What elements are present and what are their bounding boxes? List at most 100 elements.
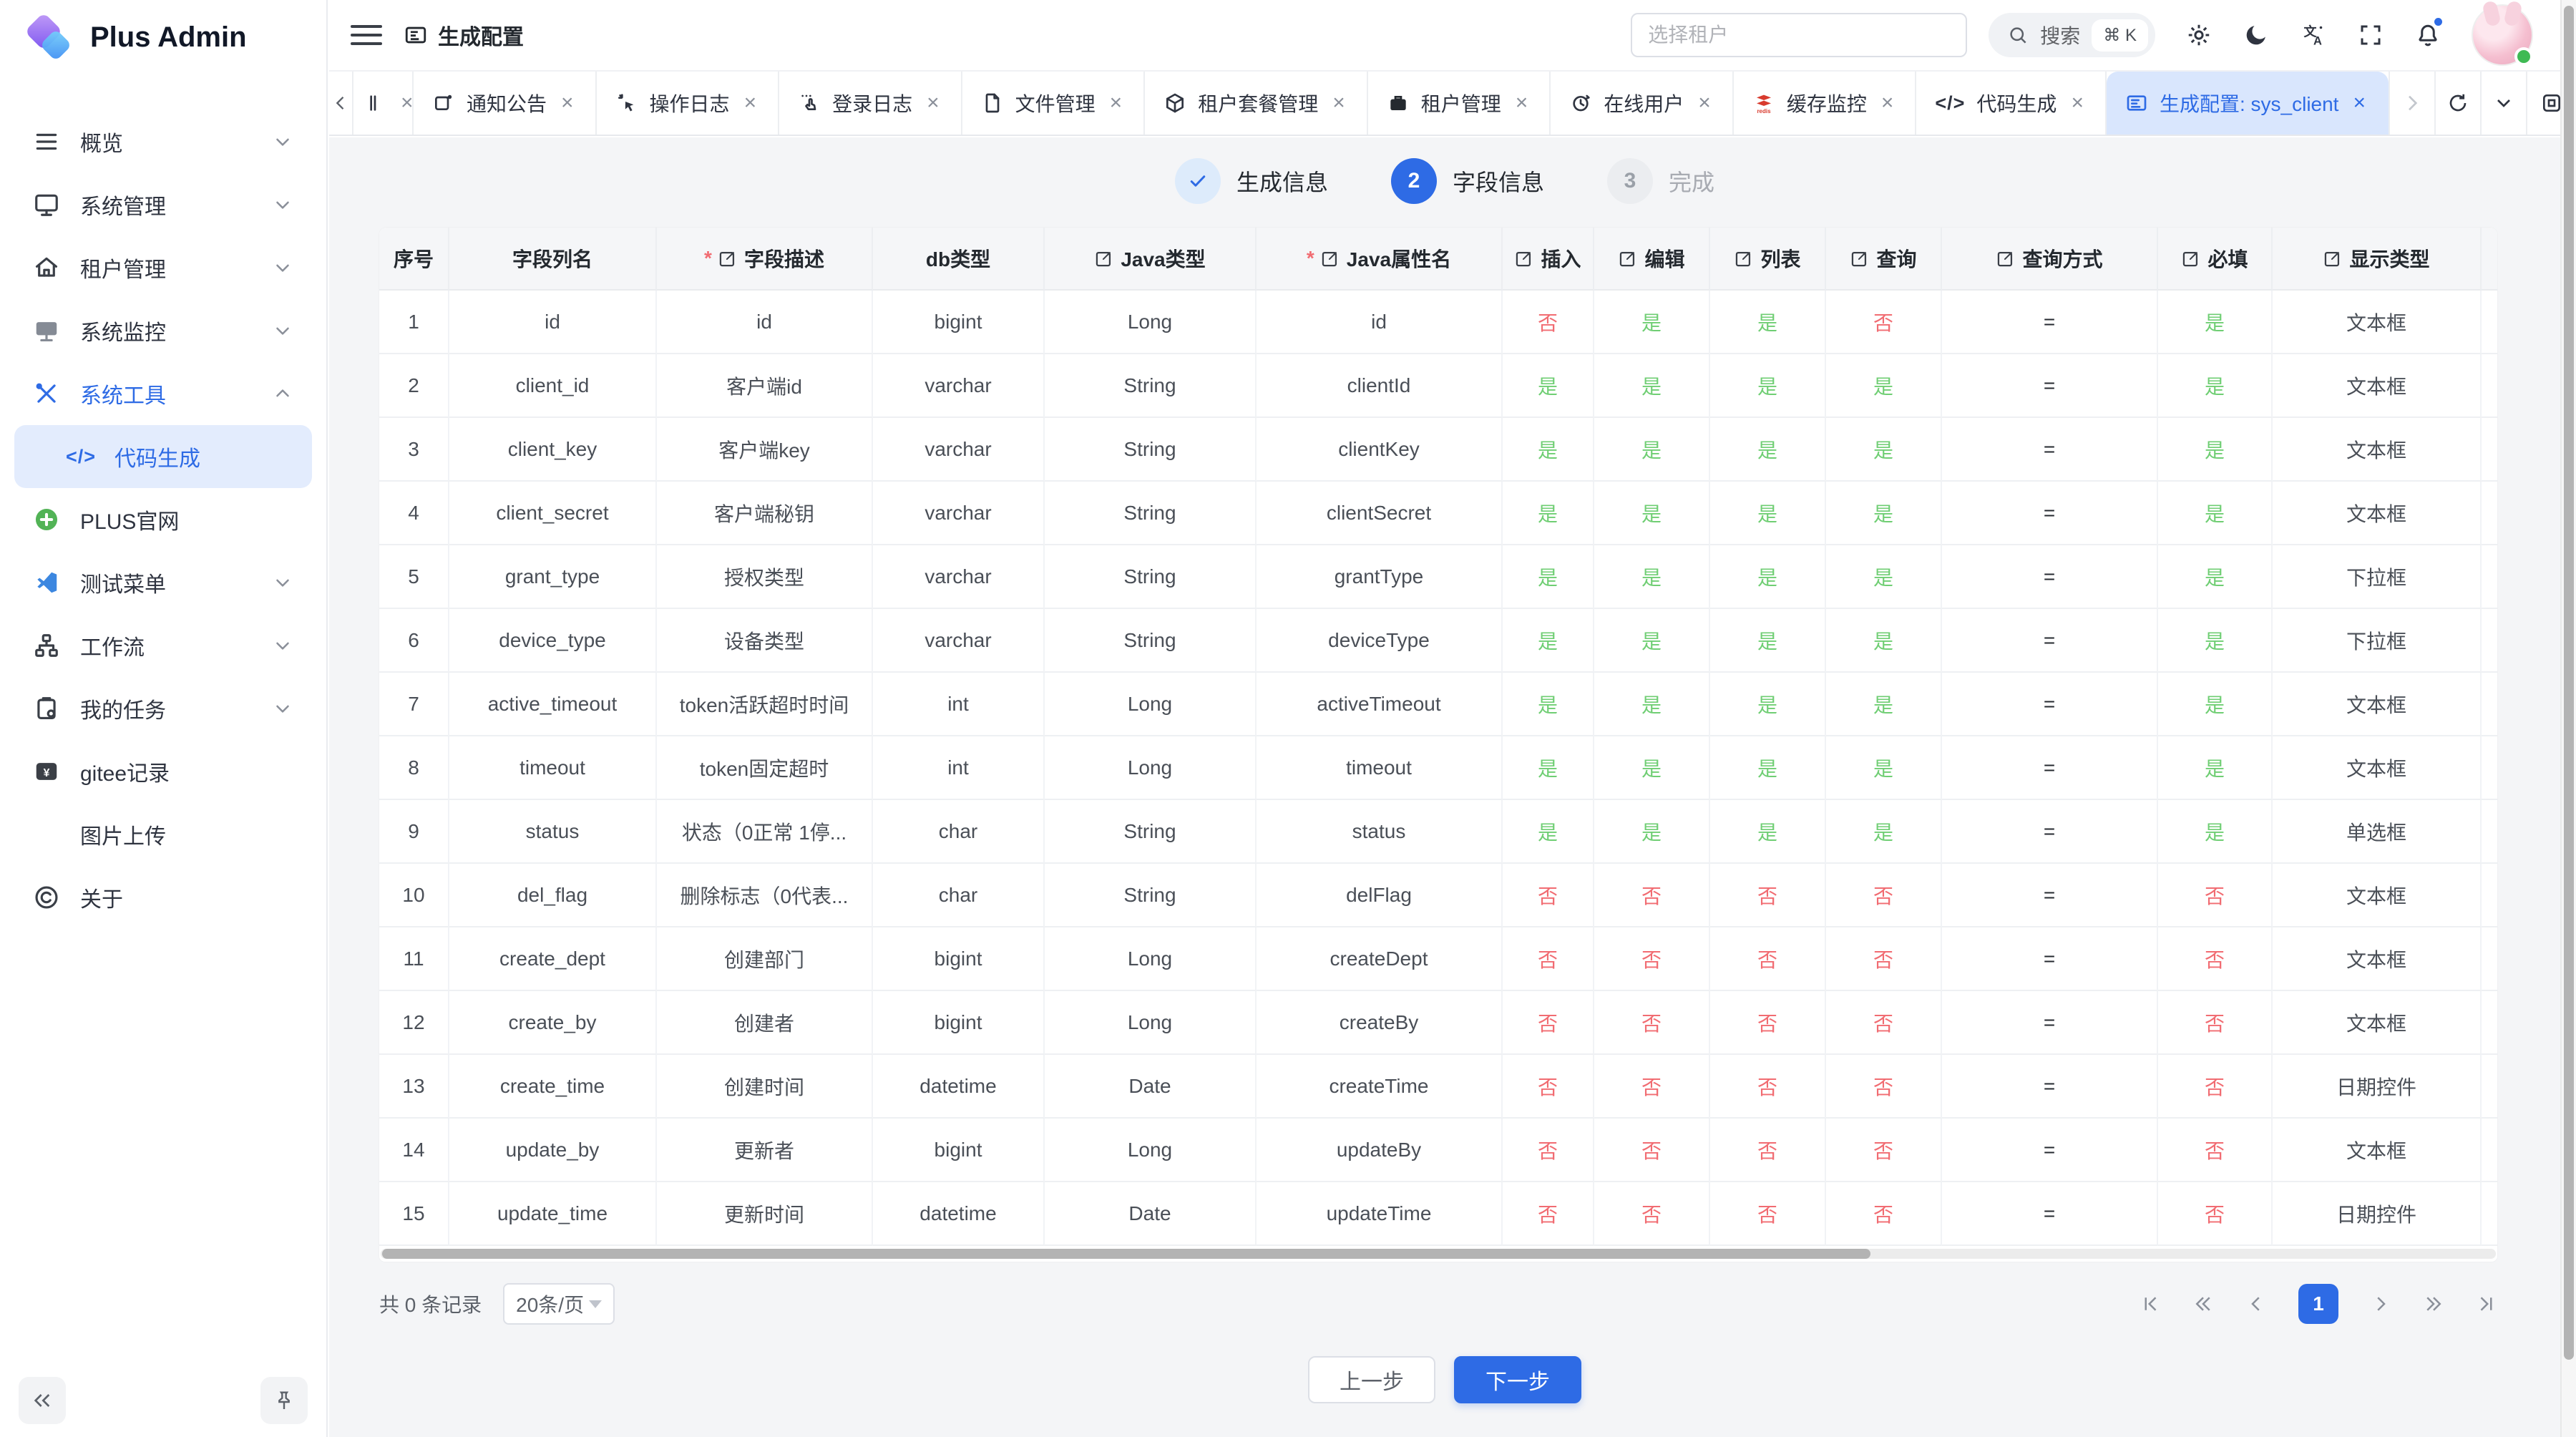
cell-desc[interactable]: 删除标志（0代表... (657, 864, 873, 927)
sidebar-item-gitee[interactable]: ¥gitee记录 (14, 740, 312, 803)
cell-java_attr[interactable]: clientSecret (1257, 482, 1503, 545)
cell-insert[interactable]: 否 (1503, 991, 1594, 1055)
cell-list[interactable]: 是 (1710, 673, 1826, 736)
tab-code-tag[interactable]: </>代码生成× (1916, 72, 2107, 135)
global-search-button[interactable]: 搜索 ⌘ K (1989, 13, 2155, 57)
cell-edit[interactable]: 否 (1594, 1182, 1710, 1246)
cell-insert[interactable]: 是 (1503, 800, 1594, 864)
close-tab-icon[interactable]: × (924, 91, 942, 115)
cell-java_type[interactable]: String (1045, 864, 1257, 927)
cell-query[interactable]: 是 (1826, 354, 1942, 418)
cell-edit[interactable]: 否 (1594, 991, 1710, 1055)
fullscreen-button[interactable] (2348, 13, 2393, 57)
cell-display[interactable]: 文本框 (2273, 482, 2482, 545)
cell-display[interactable]: 文本框 (2273, 418, 2482, 482)
next-page-button[interactable] (2370, 1293, 2391, 1315)
cell-display[interactable]: 文本框 (2273, 927, 2482, 991)
collapse-sidebar-button[interactable] (19, 1377, 66, 1424)
cell-query_mode[interactable]: = (1942, 418, 2158, 482)
cell-java_attr[interactable]: updateTime (1257, 1182, 1503, 1246)
cell-query[interactable]: 是 (1826, 482, 1942, 545)
cell-display[interactable]: 文本框 (2273, 991, 2482, 1055)
cell-insert[interactable]: 否 (1503, 291, 1594, 354)
tab-menu-button[interactable] (2480, 72, 2526, 135)
close-tab-icon[interactable]: × (558, 91, 577, 115)
cell-query[interactable]: 否 (1826, 1182, 1942, 1246)
cell-required[interactable]: 是 (2158, 736, 2273, 800)
close-tab-icon[interactable]: × (2350, 91, 2368, 115)
cell-desc[interactable]: 创建时间 (657, 1055, 873, 1119)
sidebar-item-plus-website[interactable]: PLUS官网 (14, 488, 312, 551)
sidebar-item-overview[interactable]: 概览 (14, 110, 312, 173)
horizontal-scrollbar-thumb[interactable] (382, 1249, 1870, 1259)
cell-edit[interactable]: 是 (1594, 545, 1710, 609)
cell-edit[interactable]: 是 (1594, 482, 1710, 545)
cell-java_attr[interactable]: createDept (1257, 927, 1503, 991)
cell-display[interactable]: 日期控件 (2273, 1055, 2482, 1119)
settings-button[interactable] (2177, 13, 2221, 57)
cell-java_type[interactable]: Date (1045, 1182, 1257, 1246)
cell-java_attr[interactable]: clientKey (1257, 418, 1503, 482)
cell-query[interactable]: 否 (1826, 1119, 1942, 1182)
cell-edit[interactable]: 否 (1594, 1055, 1710, 1119)
tab-notice[interactable]: 通知公告× (414, 72, 597, 135)
cell-java_attr[interactable]: updateBy (1257, 1119, 1503, 1182)
cell-query_mode[interactable]: = (1942, 864, 2158, 927)
dark-mode-button[interactable] (2234, 13, 2278, 57)
cell-list[interactable]: 否 (1710, 864, 1826, 927)
cell-java_type[interactable]: String (1045, 545, 1257, 609)
prev-5-pages-button[interactable] (2192, 1293, 2214, 1315)
cell-desc[interactable]: 客户端秘钥 (657, 482, 873, 545)
vertical-scrollbar-thumb[interactable] (2564, 6, 2574, 1360)
cell-list[interactable]: 是 (1710, 609, 1826, 673)
cell-desc[interactable]: 创建部门 (657, 927, 873, 991)
cell-insert[interactable]: 是 (1503, 736, 1594, 800)
cell-display[interactable]: 下拉框 (2273, 609, 2482, 673)
cell-query_mode[interactable]: = (1942, 927, 2158, 991)
tab-tenant-bag[interactable]: 租户管理× (1368, 72, 1551, 135)
cell-list[interactable]: 是 (1710, 545, 1826, 609)
sidebar-item-about[interactable]: 关于 (14, 866, 312, 929)
cell-java_type[interactable]: Long (1045, 291, 1257, 354)
cell-java_attr[interactable]: deviceType (1257, 609, 1503, 673)
cell-query_mode[interactable]: = (1942, 545, 2158, 609)
cell-required[interactable]: 否 (2158, 864, 2273, 927)
cell-display[interactable]: 文本框 (2273, 354, 2482, 418)
cell-list[interactable]: 否 (1710, 1182, 1826, 1246)
cell-java_attr[interactable]: status (1257, 800, 1503, 864)
cell-display[interactable]: 下拉框 (2273, 545, 2482, 609)
cell-edit[interactable]: 是 (1594, 736, 1710, 800)
cell-required[interactable]: 否 (2158, 1119, 2273, 1182)
sidebar-item-my-tasks[interactable]: 我的任务 (14, 677, 312, 740)
cell-desc[interactable]: token固定超时 (657, 736, 873, 800)
cell-display[interactable]: 日期控件 (2273, 1182, 2482, 1246)
close-tab-icon[interactable]: × (1878, 91, 1897, 115)
cell-edit[interactable]: 否 (1594, 1119, 1710, 1182)
cell-query_mode[interactable]: = (1942, 736, 2158, 800)
cell-display[interactable]: 文本框 (2273, 736, 2482, 800)
cell-query[interactable]: 是 (1826, 800, 1942, 864)
cell-java_attr[interactable]: id (1257, 291, 1503, 354)
cell-insert[interactable]: 是 (1503, 673, 1594, 736)
cell-required[interactable]: 是 (2158, 482, 2273, 545)
cell-list[interactable]: 是 (1710, 354, 1826, 418)
cell-required[interactable]: 否 (2158, 1055, 2273, 1119)
last-page-button[interactable] (2476, 1293, 2497, 1315)
close-tab-icon[interactable]: × (741, 91, 760, 115)
page-size-select[interactable]: 20条/页 (503, 1283, 615, 1325)
cell-required[interactable]: 是 (2158, 673, 2273, 736)
tab-online-users[interactable]: 在线用户× (1551, 72, 1734, 135)
cell-desc[interactable]: 设备类型 (657, 609, 873, 673)
cell-required[interactable]: 否 (2158, 927, 2273, 991)
cell-edit[interactable]: 否 (1594, 927, 1710, 991)
cell-query[interactable]: 是 (1826, 418, 1942, 482)
cell-java_attr[interactable]: activeTimeout (1257, 673, 1503, 736)
cell-list[interactable]: 否 (1710, 1119, 1826, 1182)
cell-query_mode[interactable]: = (1942, 291, 2158, 354)
next-step-button[interactable]: 下一步 (1454, 1356, 1581, 1403)
cell-query[interactable]: 否 (1826, 291, 1942, 354)
sidebar-item-system-monitor[interactable]: 系统监控 (14, 299, 312, 362)
cell-desc[interactable]: 更新时间 (657, 1182, 873, 1246)
cell-list[interactable]: 是 (1710, 418, 1826, 482)
cell-required[interactable]: 否 (2158, 1182, 2273, 1246)
